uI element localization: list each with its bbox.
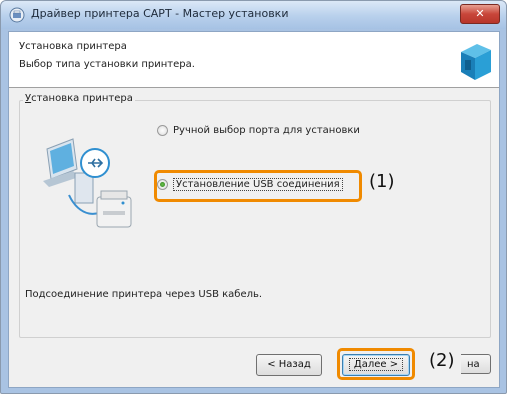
back-button-label[interactable]: < Назад — [267, 359, 311, 370]
radio-manual-port[interactable]: Ручной выбор порта для установки — [157, 125, 360, 136]
dialog-body: Установка принтера Выбор типа установки … — [8, 31, 500, 388]
computer-usb-printer-illustration — [43, 138, 132, 228]
next-button-label[interactable]: Далее > — [348, 358, 404, 371]
header-subtitle: Выбор типа установки принтера. — [19, 59, 195, 70]
option-description: Подсоединение принтера через USB кабель. — [25, 289, 263, 300]
back-button[interactable]: < Назад — [256, 354, 322, 376]
radio-manual-port-label[interactable]: Ручной выбор порта для установки — [173, 125, 360, 136]
installer-window: Драйвер принтера CAPT - Мастер установки… — [0, 0, 507, 394]
wizard-header: Установка принтера Выбор типа установки … — [9, 32, 499, 88]
printer-box-icon — [461, 44, 491, 80]
radio-usb-connection[interactable]: Установление USB соединения — [157, 178, 343, 191]
groupbox-label: Установка принтера — [23, 93, 135, 104]
radio-checked-icon[interactable] — [157, 179, 168, 190]
radio-circle-icon[interactable] — [157, 125, 168, 136]
cancel-button[interactable]: на — [461, 354, 491, 374]
callout-label-1: (1) — [369, 171, 395, 192]
title-bar[interactable]: Драйвер принтера CAPT - Мастер установки… — [1, 1, 506, 29]
callout-label-2: (2) — [429, 350, 455, 371]
header-title: Установка принтера — [19, 41, 127, 52]
radio-usb-connection-label[interactable]: Установление USB соединения — [173, 178, 343, 191]
printer-app-icon — [9, 7, 25, 23]
next-button[interactable]: Далее > — [342, 354, 410, 376]
window-title: Драйвер принтера CAPT - Мастер установки — [31, 7, 289, 20]
close-button[interactable]: ✕ — [460, 4, 500, 24]
